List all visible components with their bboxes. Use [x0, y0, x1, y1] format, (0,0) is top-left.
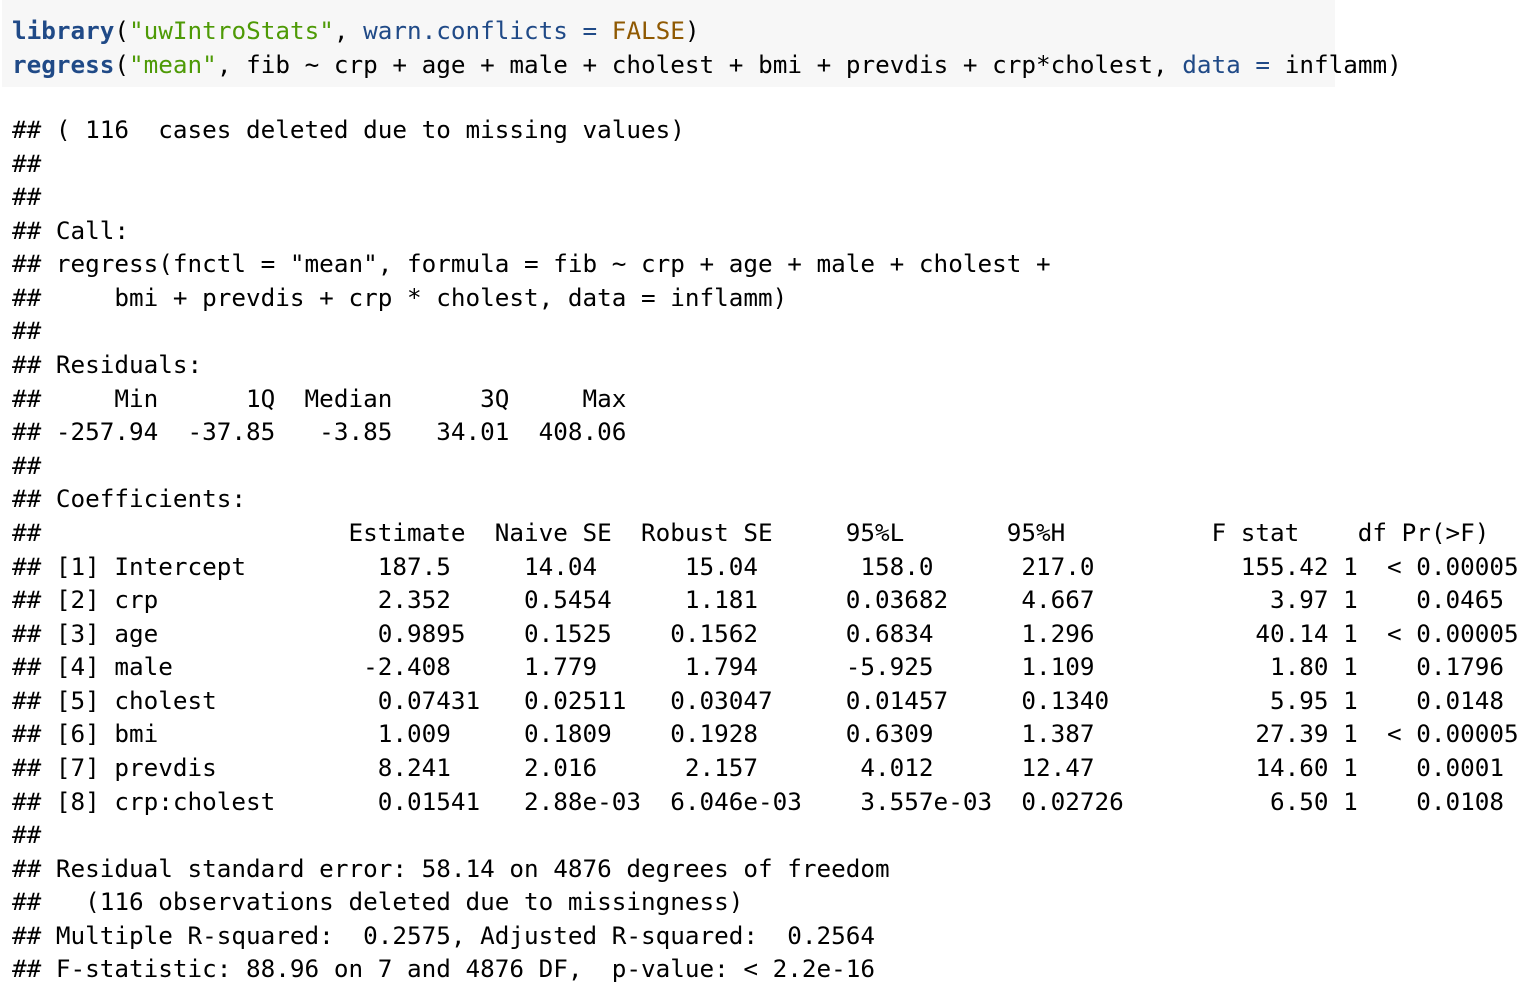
output-line: ## Residuals: — [12, 350, 203, 379]
r-squared-line: ## Multiple R-squared: 0.2575, Adjusted … — [12, 921, 876, 950]
coefficient-row: ## [7] prevdis 8.241 2.016 2.157 4.012 1… — [12, 753, 1505, 782]
output-line: ## — [12, 182, 42, 211]
library-function: library — [12, 16, 115, 45]
separator: , — [333, 16, 364, 45]
open-paren: ( — [114, 50, 130, 79]
regress-function: regress — [12, 50, 115, 79]
open-paren: ( — [114, 16, 130, 45]
coefficient-row: ## [3] age 0.9895 0.1525 0.1562 0.6834 1… — [12, 619, 1517, 648]
output-line: ## Call: — [12, 216, 130, 245]
coefficients-header: ## Estimate Naive SE Robust SE 95%L 95%H… — [12, 518, 1490, 547]
equals-operator: = — [1240, 50, 1285, 79]
output-line: ## -257.94 -37.85 -3.85 34.01 408.06 — [12, 417, 627, 446]
output-line: ## — [12, 316, 42, 345]
data-value: inflamm) — [1284, 50, 1402, 79]
fnctl-string: "mean" — [129, 50, 217, 79]
output-line: ## — [12, 149, 42, 178]
equals-operator: = — [567, 16, 612, 45]
output-line: ## — [12, 820, 42, 849]
coefficient-row: ## [1] Intercept 187.5 14.04 15.04 158.0… — [12, 552, 1517, 581]
output-line: ## — [12, 451, 42, 480]
output-line: ## regress(fnctl = "mean", formula = fib… — [12, 249, 1051, 278]
missingness-line: ## (116 observations deleted due to miss… — [12, 887, 744, 916]
formula-text: , fib ~ crp + age + male + cholest + bmi… — [216, 50, 1183, 79]
output-line: ## Coefficients: — [12, 484, 247, 513]
residual-se-line: ## Residual standard error: 58.14 on 487… — [12, 854, 890, 883]
coefficient-row: ## [8] crp:cholest 0.01541 2.88e-03 6.04… — [12, 787, 1505, 816]
argument-name: data — [1182, 50, 1241, 79]
close-paren: ) — [684, 16, 700, 45]
false-constant: FALSE — [611, 16, 685, 45]
coefficient-row: ## [4] male -2.408 1.779 1.794 -5.925 1.… — [12, 652, 1505, 681]
package-string: "uwIntroStats" — [129, 16, 334, 45]
coefficient-row: ## [5] cholest 0.07431 0.02511 0.03047 0… — [12, 686, 1505, 715]
output-line: ## bmi + prevdis + crp * cholest, data =… — [12, 283, 788, 312]
coefficient-row: ## [6] bmi 1.009 0.1809 0.1928 0.6309 1.… — [12, 719, 1517, 748]
code-line-regress: regress("mean", fib ~ crp + age + male +… — [12, 48, 1402, 82]
coefficient-row: ## [2] crp 2.352 0.5454 1.181 0.03682 4.… — [12, 585, 1505, 614]
code-chunk: library("uwIntroStats", warn.conflicts =… — [2, 0, 1402, 87]
output-line: ## Min 1Q Median 3Q Max — [12, 384, 627, 413]
output-line: ## ( 116 cases deleted due to missing va… — [12, 115, 685, 144]
f-statistic-line: ## F-statistic: 88.96 on 7 and 4876 DF, … — [12, 954, 876, 983]
argument-name: warn.conflicts — [363, 16, 568, 45]
code-line-library: library("uwIntroStats", warn.conflicts =… — [12, 14, 700, 48]
